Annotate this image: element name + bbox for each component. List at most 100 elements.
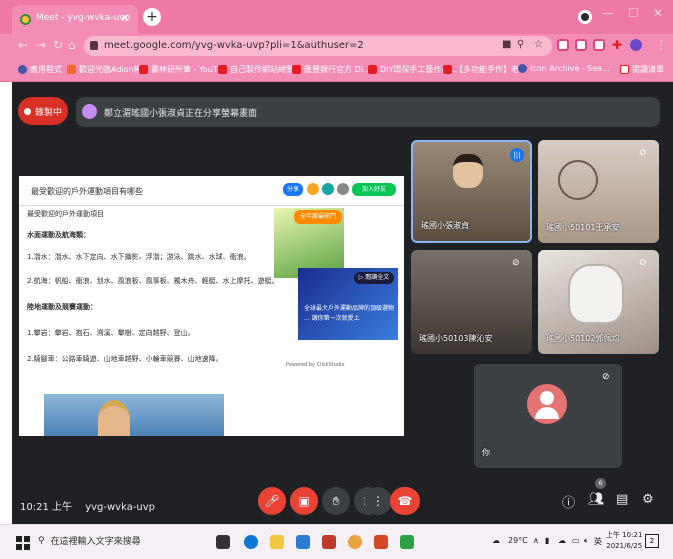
- menu-icon[interactable]: ⋮: [655, 38, 667, 52]
- bookmark-item[interactable]: Icon Archive - Sea...: [518, 64, 610, 73]
- bookmark-label: 應用程式: [30, 65, 62, 74]
- extension-icon[interactable]: [575, 39, 587, 51]
- zoom-icon[interactable]: ⚲: [517, 39, 524, 50]
- address-bar[interactable]: meet.google.com/yvg-wvka-uvp?pli=1&authu…: [84, 36, 552, 56]
- bookmark-item[interactable]: 書林研所筆 - YouT...: [139, 64, 224, 75]
- weather-icon[interactable]: ☁: [492, 536, 500, 545]
- meet-app-icon[interactable]: [400, 535, 414, 549]
- minimize-icon[interactable]: —: [602, 6, 614, 20]
- notification-center-icon[interactable]: 2: [645, 534, 659, 548]
- extension-icon[interactable]: [557, 39, 569, 51]
- battery-icon[interactable]: ▭: [572, 536, 580, 545]
- meeting-details-icon[interactable]: ⓘ: [562, 492, 575, 511]
- profile-icon[interactable]: [578, 10, 592, 24]
- mic-toggle-button[interactable]: 🎤︎: [258, 487, 286, 515]
- mic-off-icon: ⊘: [639, 148, 647, 158]
- join-friend-button[interactable]: 加入好友: [352, 183, 396, 196]
- url-text: meet.google.com/yvg-wvka-uvp?pli=1&authu…: [104, 40, 364, 51]
- reaction-icon[interactable]: [307, 183, 319, 195]
- back-icon[interactable]: ←: [18, 38, 28, 52]
- new-tab-button[interactable]: +: [143, 8, 161, 26]
- bookmark-label: Icon Archive - Sea...: [530, 64, 610, 73]
- reaction-icon[interactable]: [322, 183, 334, 195]
- screen: Meet - yvg-wvka-uvp ✕ + — ☐ ✕ ← → ↻ ⌂ me…: [0, 0, 673, 559]
- weather-temp[interactable]: 29°C: [508, 536, 528, 545]
- globe-icon: [518, 64, 527, 73]
- chrome-icon[interactable]: [348, 535, 362, 549]
- windows-start-icon[interactable]: [16, 536, 30, 550]
- bookmark-item[interactable]: 閱讀清單: [620, 64, 664, 75]
- bookmark-item[interactable]: 匯豐銀行官方 DI...: [292, 64, 371, 75]
- people-icon[interactable]: 👥︎: [588, 492, 605, 507]
- article-line: 1.攀岩：攀岩、抱石、溯溪、攀樹、定向越野、登山。: [27, 329, 195, 337]
- avatar-head: [540, 391, 554, 405]
- avatar: [527, 384, 567, 424]
- more-options-button[interactable]: ⋮: [364, 487, 392, 515]
- search-icon: ⚲: [38, 535, 45, 546]
- participant-tile[interactable]: ⊘ 瑤國小50101王承安: [538, 140, 659, 243]
- participant-video: [453, 154, 483, 188]
- task-view-icon[interactable]: [216, 535, 230, 549]
- advertisement[interactable]: 全年度最熱門 ▷ 閱讀全文 全球最大戶外運動品牌的頂級選物 ... 讓你第一次就…: [274, 208, 398, 398]
- read-more-button[interactable]: ▷ 閱讀全文: [354, 272, 394, 284]
- self-tile[interactable]: ⊘ 你: [474, 364, 622, 468]
- close-window-icon[interactable]: ✕: [653, 6, 663, 20]
- camera-in-use-icon[interactable]: ■: [502, 39, 511, 50]
- bookmark-star-icon[interactable]: ☆: [534, 39, 543, 50]
- taskbar-clock[interactable]: 上午 10:21 2021/6/25: [606, 530, 642, 552]
- maximize-icon[interactable]: ☐: [628, 6, 639, 20]
- reload-icon[interactable]: ↻: [53, 38, 63, 52]
- share-button[interactable]: 分享: [283, 183, 303, 196]
- participant-name: 瑤國小50101王承安: [546, 223, 620, 232]
- ad-video[interactable]: ▷ 閱讀全文 全球最大戶外運動品牌的頂級選物 ... 讓你第一次就愛上: [298, 268, 398, 340]
- ime-indicator[interactable]: 英: [594, 536, 602, 547]
- reaction-icon[interactable]: [337, 183, 349, 195]
- powerpoint-icon[interactable]: [374, 535, 388, 549]
- tab-meet[interactable]: Meet - yvg-wvka-uvp ✕: [12, 5, 138, 34]
- recording-indicator[interactable]: 錄製中: [18, 97, 68, 125]
- bookmark-label: 【多功能手作】老...: [455, 65, 527, 74]
- home-icon[interactable]: ⌂: [68, 38, 76, 52]
- network-icon[interactable]: ▮: [545, 536, 549, 545]
- bookmark-item[interactable]: 【多功能手作】老...: [443, 64, 527, 75]
- ad-badge: 全年度最熱門: [294, 210, 342, 224]
- article-header: 最受歡迎的戶外運動項目有哪些 分享 加入好友: [19, 176, 404, 206]
- tab-close-icon[interactable]: ✕: [120, 11, 130, 25]
- activities-icon[interactable]: ⚙: [642, 492, 654, 507]
- bookmark-item[interactable]: 自己製作網站總覽...: [218, 64, 302, 75]
- article-line: 2.騎腳車：公路車騎遊、山地車越野、小輪車競賽、山地速降。: [27, 355, 223, 363]
- article-line: 1.潛水：潛水、水下定向、水下攝影、浮潛；游泳、跳水、水球、衝浪。: [27, 253, 251, 261]
- ad-attribution: Powered by ClickStudio: [286, 362, 345, 368]
- bookmark-item[interactable]: 歡迎光臨Adion帳...: [67, 64, 149, 75]
- youtube-icon: [443, 65, 452, 74]
- bookmark-item[interactable]: 應用程式: [18, 64, 62, 75]
- edge-icon[interactable]: [244, 535, 258, 549]
- word-icon[interactable]: [296, 535, 310, 549]
- youtube-icon: [139, 65, 148, 74]
- taskbar-search[interactable]: ⚲ 在這裡輸入文字來搜尋: [38, 534, 141, 548]
- tray-chevron-icon[interactable]: ∧: [533, 536, 539, 545]
- volume-icon[interactable]: 🔈︎: [584, 536, 589, 546]
- bookmark-label: 匯豐銀行官方 DI...: [304, 65, 371, 74]
- start-pane: [24, 536, 30, 542]
- browser-toolbar: ← → ↻ ⌂ meet.google.com/yvg-wvka-uvp?pli…: [0, 34, 673, 58]
- hang-up-button[interactable]: ☎: [390, 487, 420, 515]
- cloud-icon[interactable]: ☁: [558, 536, 566, 545]
- raise-hand-button[interactable]: ✋︎: [322, 487, 350, 515]
- participant-tile[interactable]: ||| 瑤國小張淑貞: [411, 140, 532, 243]
- file-explorer-icon[interactable]: [270, 535, 284, 549]
- participant-tile[interactable]: ⊘ 瑤國小50103陳沁安: [411, 250, 532, 354]
- extension-icon[interactable]: [593, 39, 605, 51]
- presenting-text: 鄭立湄瑤國小張淑貞正在分享螢幕畫面: [104, 109, 258, 119]
- meeting-info: 10:21 上午 yvg-wvka-uvp: [20, 498, 155, 513]
- camera-toggle-button[interactable]: ▣: [290, 487, 318, 515]
- chat-icon[interactable]: ▤: [616, 492, 628, 507]
- puzzle-icon[interactable]: ✚: [612, 38, 622, 52]
- forward-icon[interactable]: →: [36, 38, 46, 52]
- recording-label: 錄製中: [35, 107, 63, 118]
- anime-wolf-image: [568, 264, 624, 324]
- account-avatar-icon[interactable]: [630, 39, 642, 51]
- ceiling-fan: [558, 160, 598, 200]
- pdf-icon[interactable]: [322, 535, 336, 549]
- participant-tile[interactable]: ⊘ 瑤國小50102郭佩均: [538, 250, 659, 354]
